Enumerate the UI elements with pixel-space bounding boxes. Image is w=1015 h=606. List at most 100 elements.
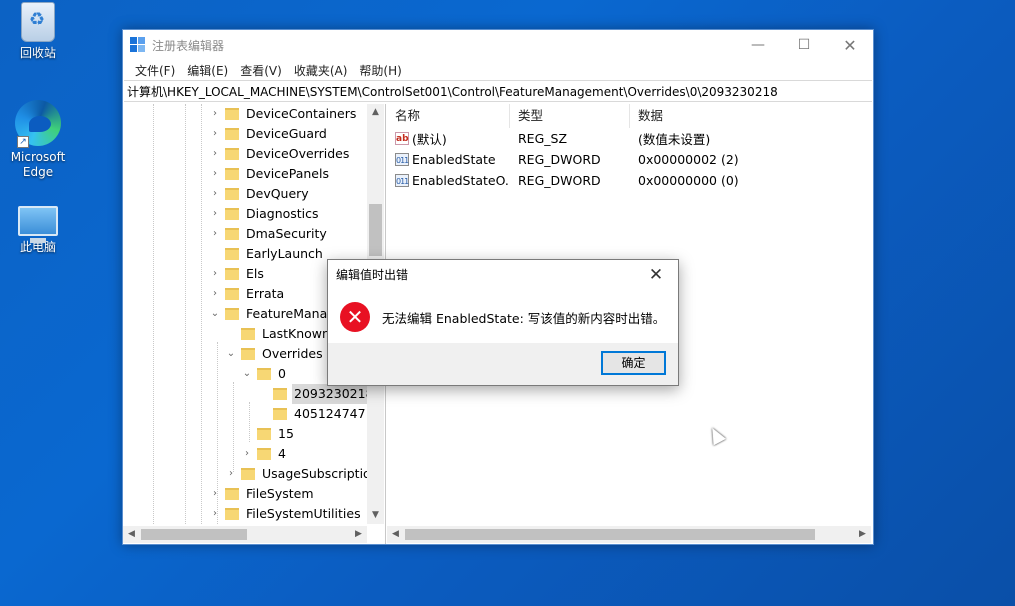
scroll-thumb[interactable] [405, 529, 815, 540]
tree-item[interactable]: › DmaSecurity [209, 224, 329, 244]
value-name: (默认) [412, 132, 447, 147]
folder-icon [273, 408, 287, 420]
tree-item[interactable]: ⌄ Overrides [225, 344, 325, 364]
dialog-footer: 确定 [328, 343, 678, 385]
value-type: REG_DWORD [518, 173, 601, 188]
scroll-right-arrow-icon[interactable]: ▶ [854, 526, 871, 543]
scroll-right-arrow-icon[interactable]: ▶ [350, 526, 367, 543]
tree-item[interactable]: › UsageSubscription [225, 464, 381, 484]
chevron-right-icon[interactable]: › [209, 104, 221, 124]
scroll-thumb[interactable] [369, 204, 382, 256]
folder-icon [257, 428, 271, 440]
tree-horizontal-scrollbar[interactable]: ◀ ▶ [123, 526, 367, 543]
tree-item[interactable]: › DeviceGuard [209, 124, 329, 144]
tree-item-label: 15 [278, 426, 294, 441]
chevron-right-icon[interactable]: › [209, 484, 221, 504]
tree-item[interactable]: ⌄ FeatureManag [209, 304, 337, 324]
scroll-thumb[interactable] [141, 529, 247, 540]
value-type: REG_SZ [518, 131, 568, 146]
column-header-data[interactable]: 数据 [630, 104, 870, 128]
shortcut-arrow-icon: ↗ [17, 136, 29, 148]
tree-item[interactable]: › DevQuery [209, 184, 311, 204]
tree-item[interactable]: › DevicePanels [209, 164, 331, 184]
list-item[interactable]: 011 EnabledState REG_DWORD 0x00000002 (2) [387, 149, 873, 170]
chevron-right-icon[interactable]: › [209, 144, 221, 164]
chevron-right-icon[interactable]: › [209, 204, 221, 224]
menu-view[interactable]: 查看(V) [234, 62, 288, 79]
address-bar[interactable]: 计算机\HKEY_LOCAL_MACHINE\SYSTEM\ControlSet… [124, 80, 872, 102]
folder-icon [225, 248, 239, 260]
value-data: 0x00000002 (2) [638, 152, 739, 167]
tree-item-selected[interactable]: 2093230218 [257, 384, 376, 404]
tree-item[interactable]: ⌄ 0 [241, 364, 288, 384]
desktop-icon-edge[interactable]: ↗ Microsoft Edge [0, 100, 76, 180]
menu-edit[interactable]: 编辑(E) [181, 62, 234, 79]
menu-file[interactable]: 文件(F) [129, 62, 181, 79]
tree-item[interactable]: LastKnownG [225, 324, 342, 344]
scroll-left-arrow-icon[interactable]: ◀ [387, 526, 404, 543]
binary-value-icon: 011 [395, 174, 409, 187]
tree-item-label: DeviceContainers [246, 106, 357, 121]
tree-item-label: Errata [246, 286, 285, 301]
dialog-title-bar[interactable]: 编辑值时出错 ✕ [328, 260, 678, 290]
tree-item[interactable]: 405124747 [257, 404, 368, 424]
value-type: REG_DWORD [518, 152, 601, 167]
ok-button[interactable]: 确定 [601, 351, 666, 375]
folder-icon [225, 508, 239, 520]
folder-icon [225, 488, 239, 500]
folder-icon [241, 468, 255, 480]
tree-item[interactable]: › DeviceContainers [209, 104, 358, 124]
chevron-right-icon[interactable]: › [209, 124, 221, 144]
chevron-right-icon[interactable]: › [209, 504, 221, 524]
scroll-up-arrow-icon[interactable]: ▲ [367, 104, 384, 121]
desktop-icon-this-pc[interactable]: 此电脑 [0, 200, 76, 255]
tree-item[interactable]: › FileSystem [209, 484, 316, 504]
chevron-down-icon[interactable]: ⌄ [241, 364, 253, 384]
scroll-left-arrow-icon[interactable]: ◀ [123, 526, 140, 543]
chevron-down-icon[interactable]: ⌄ [209, 304, 221, 324]
tree-item-label: UsageSubscription [262, 466, 379, 481]
desktop-icon-label: 回收站 [19, 46, 56, 60]
tree-item[interactable]: › Errata [209, 284, 286, 304]
column-header-type[interactable]: 类型 [510, 103, 630, 128]
error-icon: ✕ [340, 302, 370, 332]
chevron-right-icon[interactable]: › [209, 284, 221, 304]
tree-item-label: DeviceGuard [246, 126, 327, 141]
chevron-right-icon[interactable]: › [209, 184, 221, 204]
tree-item[interactable]: 15 [241, 424, 296, 444]
window-title: 注册表编辑器 [152, 38, 225, 53]
folder-icon [225, 148, 239, 160]
desktop-icon-recycle-bin[interactable]: 回收站 [0, 2, 76, 61]
chevron-right-icon[interactable]: › [209, 224, 221, 244]
maximize-button[interactable]: ☐ [781, 30, 827, 60]
menu-help[interactable]: 帮助(H) [353, 62, 407, 79]
dialog-close-button[interactable]: ✕ [642, 260, 670, 290]
tree-item-label: DevicePanels [246, 166, 329, 181]
minimize-button[interactable]: — [735, 30, 781, 60]
column-header-name[interactable]: 名称 [387, 103, 510, 128]
close-button[interactable]: ✕ [827, 30, 873, 60]
menu-favorites[interactable]: 收藏夹(A) [288, 62, 354, 79]
list-horizontal-scrollbar[interactable]: ◀ ▶ [387, 526, 871, 543]
chevron-right-icon[interactable]: › [225, 464, 237, 484]
dialog-title: 编辑值时出错 [336, 268, 409, 282]
tree-item[interactable]: EarlyLaunch [209, 244, 325, 264]
folder-icon [273, 388, 287, 400]
tree-item-label: DeviceOverrides [246, 146, 350, 161]
tree-item[interactable]: › FileSystemUtilities [209, 504, 363, 524]
chevron-right-icon[interactable]: › [209, 164, 221, 184]
title-bar[interactable]: 注册表编辑器 — ☐ ✕ [123, 30, 873, 60]
list-item[interactable]: ab (默认) REG_SZ (数值未设置) [387, 128, 873, 149]
list-item[interactable]: 011 EnabledStateO... REG_DWORD 0x00000000… [387, 170, 873, 191]
folder-icon [225, 188, 239, 200]
chevron-down-icon[interactable]: ⌄ [225, 344, 237, 364]
tree-item[interactable]: › Diagnostics [209, 204, 321, 224]
chevron-right-icon[interactable]: › [209, 264, 221, 284]
list-header: 名称 类型 数据 [387, 103, 873, 128]
tree-item[interactable]: › DeviceOverrides [209, 144, 351, 164]
chevron-right-icon[interactable]: › [241, 444, 253, 464]
tree-item[interactable]: › Els [209, 264, 266, 284]
computer-icon [18, 206, 58, 243]
scroll-down-arrow-icon[interactable]: ▼ [367, 507, 384, 524]
tree-item[interactable]: › 4 [241, 444, 288, 464]
